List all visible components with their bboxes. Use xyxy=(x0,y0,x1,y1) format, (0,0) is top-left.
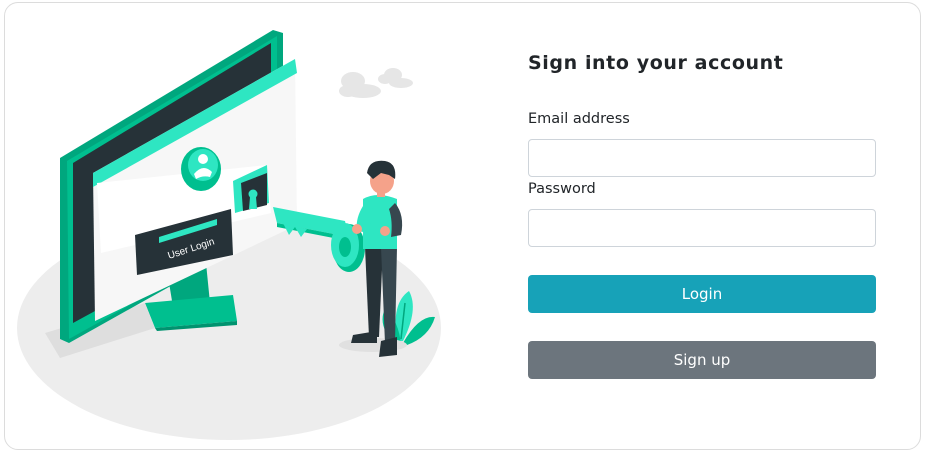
user-avatar-icon xyxy=(181,147,221,191)
email-input[interactable] xyxy=(528,139,876,177)
login-card: User Login Sign into your account Email … xyxy=(4,2,921,450)
password-label: Password xyxy=(528,181,596,197)
keyhole-icon xyxy=(248,189,258,209)
login-illustration: User Login xyxy=(17,30,441,440)
login-form: Sign into your account Email address Pas… xyxy=(528,3,876,449)
cloud-icon xyxy=(339,68,413,98)
login-button[interactable]: Login xyxy=(528,275,876,313)
password-input[interactable] xyxy=(528,209,876,247)
signup-button[interactable]: Sign up xyxy=(528,341,876,379)
email-label: Email address xyxy=(528,111,630,127)
form-title: Sign into your account xyxy=(528,52,784,74)
